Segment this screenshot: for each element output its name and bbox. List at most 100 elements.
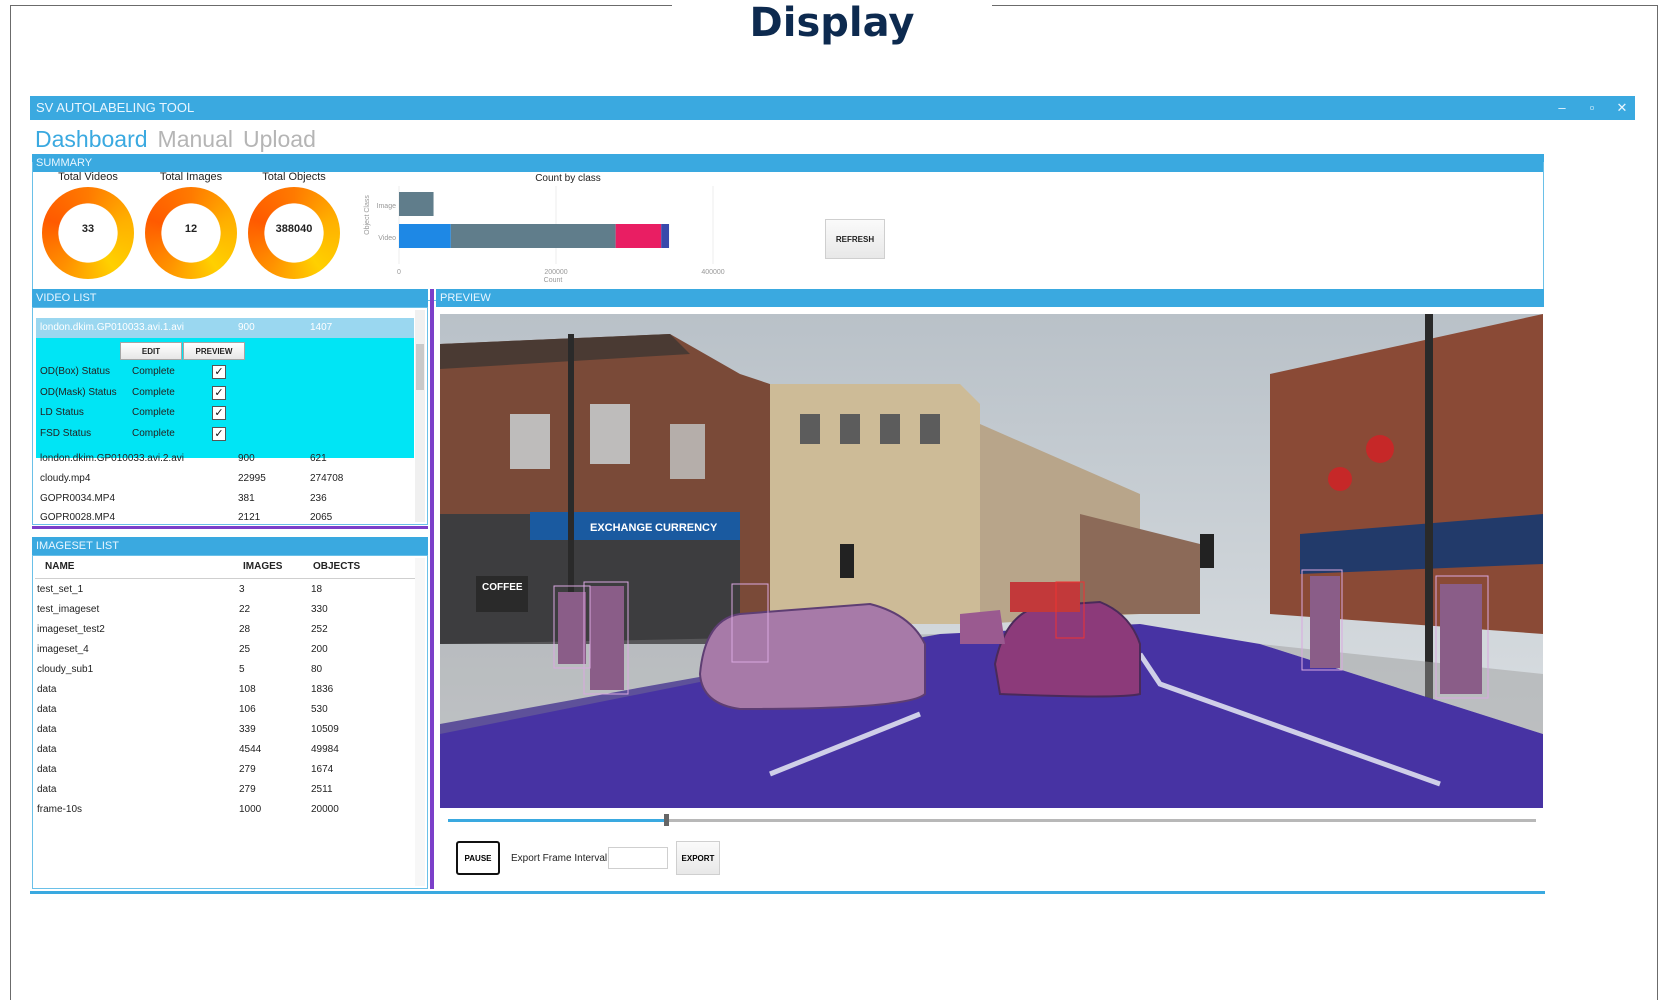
status-label: OD(Mask) Status [40,387,117,398]
video-objects: 2065 [310,512,333,523]
summary-panel: Total Videos 33 Total Images 12 Total Ob… [32,162,1544,301]
x-tick-label: 400000 [701,269,724,276]
checkbox[interactable]: ✓ [212,406,226,420]
checkbox[interactable]: ✓ [212,386,226,400]
chart-bar [450,224,616,248]
nav-tabs: Dashboard Manual Upload [35,126,316,153]
checkbox[interactable]: ✓ [212,427,226,441]
donut-ring: 12 [145,187,237,279]
imageset-name: data [37,784,57,795]
imageset-row[interactable]: cloudy_sub1 5 80 [37,660,413,680]
status-label: FSD Status [40,428,92,439]
imageset-name: data [37,724,57,735]
video-row[interactable]: london.dkim.GP010033.avi.2.avi 900 621 [36,449,416,469]
video-name: london.dkim.GP010033.avi.1.avi [40,322,184,333]
minimize-icon[interactable]: – [1555,96,1569,120]
imageset-images: 106 [239,704,256,715]
preview-button[interactable]: PREVIEW [183,342,245,360]
imageset-name: imageset_test2 [37,624,105,635]
imageset-row[interactable]: data 106 530 [37,700,413,720]
imageset-list-scrollbar[interactable] [415,558,425,886]
export-interval-input[interactable] [608,847,668,869]
status-row: OD(Mask) Status Complete ✓ [40,383,416,403]
app-window: SV AUTOLABELING TOOL – ▫ ✕ Dashboard Man… [30,96,1635,951]
y-tick-label: Image [377,203,397,210]
imageset-row[interactable]: imageset_4 25 200 [37,640,413,660]
window-controls: – ▫ ✕ [1555,96,1629,120]
video-row[interactable]: cloudy.mp4 22995 274708 [36,469,416,489]
imageset-name: data [37,684,57,695]
donut-label: Total Objects [262,171,326,183]
slider-handle[interactable] [663,814,669,826]
edit-button[interactable]: EDIT [120,342,182,360]
count-by-class-chart: Count by class Object Class Count 0 20000… [364,173,725,284]
imageset-objects: 530 [311,704,328,715]
imageset-row[interactable]: test_imageset 22 330 [37,600,413,620]
donut-label: Total Videos [58,171,118,183]
imageset-row[interactable]: frame-10s 1000 20000 [37,800,413,820]
checkbox[interactable]: ✓ [212,365,226,379]
video-objects: 1407 [310,322,333,333]
pause-button[interactable]: PAUSE [456,841,500,875]
imageset-images: 279 [239,784,256,795]
splitter-vertical[interactable] [430,289,434,889]
video-row[interactable]: GOPR0034.MP4 381 236 [36,489,416,509]
app-title: SV AUTOLABELING TOOL [36,100,195,115]
imageset-row[interactable]: test_set_1 3 18 [37,580,413,600]
imageset-objects: 1674 [311,764,334,775]
video-list-panel: london.dkim.GP010033.avi.1.avi 900 1407 … [32,307,428,525]
restore-icon[interactable]: ▫ [1585,96,1599,120]
imageset-objects: 10509 [311,724,339,735]
chart-bar [615,224,662,248]
imageset-row[interactable]: data 339 10509 [37,720,413,740]
export-interval-label: Export Frame Interval [511,853,608,864]
imageset-row[interactable]: imageset_test2 28 252 [37,620,413,640]
imageset-images: 4544 [239,744,262,755]
imageset-name: data [37,704,57,715]
imageset-images: 22 [239,604,251,615]
donut-total-videos: Total Videos 33 [33,170,143,279]
video-objects: 621 [310,453,327,464]
imageset-row[interactable]: data 4544 49984 [37,740,413,760]
imageset-objects: 49984 [311,744,339,755]
video-name: cloudy.mp4 [40,473,91,484]
imageset-row[interactable]: data 108 1836 [37,680,413,700]
video-list-scrollbar[interactable] [415,310,425,522]
chart-bar [661,224,670,248]
close-icon[interactable]: ✕ [1615,96,1629,120]
imageset-name: test_set_1 [37,584,84,595]
splitter-horizontal[interactable] [32,526,428,529]
status-value: Complete [132,407,175,418]
chart-title: Count by class [535,173,601,184]
imageset-objects: 1836 [311,684,334,695]
imageset-row[interactable]: data 279 2511 [37,780,413,800]
col-name[interactable]: NAME [45,561,74,572]
video-list-header: VIDEO LIST [32,289,428,307]
imageset-images: 3 [239,584,245,595]
status-row: OD(Box) Status Complete ✓ [40,362,416,382]
status-value: Complete [132,428,175,439]
tab-dashboard[interactable]: Dashboard [35,126,148,153]
imageset-name: imageset_4 [37,644,89,655]
imageset-name: frame-10s [37,804,83,815]
scrollbar-thumb[interactable] [416,344,424,390]
video-row[interactable]: GOPR0028.MP4 2121 2065 [36,508,416,524]
col-objects[interactable]: OBJECTS [313,561,360,572]
export-button[interactable]: EXPORT [676,841,720,875]
col-images[interactable]: IMAGES [243,561,282,572]
imageset-row[interactable]: data 279 1674 [37,760,413,780]
chart-bar [399,192,434,216]
slide-title: Display [672,0,992,50]
video-frames: 381 [238,493,255,504]
imageset-images: 25 [239,644,251,655]
imageset-images: 108 [239,684,256,695]
imageset-objects: 252 [311,624,328,635]
imageset-images: 28 [239,624,251,635]
refresh-button[interactable]: REFRESH [825,219,885,259]
playback-slider[interactable] [448,814,1536,826]
tab-upload[interactable]: Upload [243,126,316,153]
status-row: FSD Status Complete ✓ [40,424,416,444]
exchange-sign: EXCHANGE [590,522,652,534]
video-row-selected[interactable]: london.dkim.GP010033.avi.1.avi 900 1407 [36,318,414,338]
tab-manual[interactable]: Manual [158,126,233,153]
